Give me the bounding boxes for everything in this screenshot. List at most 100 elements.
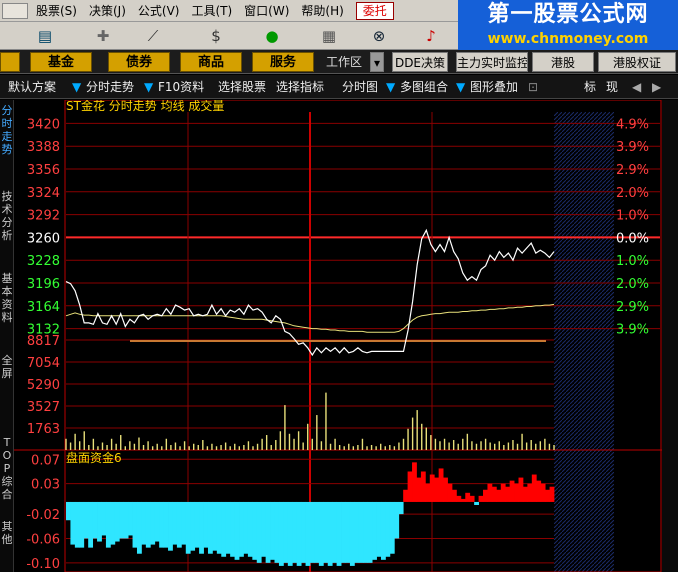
tab-intraday-chart[interactable]: 分时图 [342, 78, 378, 96]
tab-overlay[interactable]: 图形叠加 [470, 78, 518, 96]
tab-multi-chart[interactable]: 多图组合 [400, 78, 448, 96]
volume-tick-label: 1763 [27, 422, 60, 437]
tab-f10[interactable]: F10资料 [158, 78, 204, 96]
percent-tick-label: 2.0% [616, 277, 649, 292]
fund-tick-label: -0.06 [26, 532, 60, 547]
fund-bar [145, 501, 151, 548]
signal-light-icon[interactable]: ● [260, 26, 284, 46]
fund-bar [443, 477, 448, 502]
fund-panel-title: 盘面资金6 [66, 450, 122, 465]
fund-bar [345, 501, 351, 563]
lock-icon[interactable]: ⊡ [528, 78, 538, 96]
fund-bar [487, 483, 493, 502]
fund-bar [203, 501, 209, 548]
price-tick-label: 3228 [27, 254, 60, 269]
grid-icon[interactable]: ▦ [318, 26, 340, 46]
fund-bar [332, 501, 338, 563]
price-tick-label: 3356 [27, 163, 60, 178]
menu-formula[interactable]: 公式(V) [132, 2, 186, 19]
fund-bar [407, 471, 413, 502]
category-button-fund[interactable]: 基金 [30, 52, 92, 72]
fund-bar [403, 489, 408, 502]
fund-bar [416, 477, 422, 502]
sidebar-item-technical[interactable]: 技术分析 [0, 190, 14, 242]
fund-bar [163, 501, 169, 548]
category-button-commodity[interactable]: 商品 [180, 52, 242, 72]
fund-bar [305, 501, 311, 566]
workspace-label[interactable]: 工作区 [322, 52, 366, 72]
hk-warrant-button[interactable]: 港股权证 [598, 52, 676, 72]
fund-bar [465, 492, 471, 502]
fund-bar [434, 477, 440, 502]
fund-bar [110, 501, 116, 545]
fund-bar [230, 501, 235, 557]
category-button-service[interactable]: 服务 [252, 52, 314, 72]
fund-bar [199, 501, 204, 554]
fund-bar [181, 501, 187, 545]
fund-bar [500, 483, 506, 502]
intraday-chart[interactable]: 3420 4.9% 3388 3.9% 3356 2.9% 3324 2.0% 3292 1.0%… [14, 100, 662, 572]
fund-bar [66, 501, 71, 521]
tab-select-stock[interactable]: 选择股票 [218, 78, 266, 96]
price-tick-label: 3388 [27, 140, 60, 155]
dollar-icon[interactable]: $ [206, 26, 226, 46]
percent-tick-label: 2.0% [616, 186, 649, 201]
tab-select-indicator[interactable]: 选择指标 [276, 78, 324, 96]
plus-icon[interactable]: ✚ [92, 26, 114, 46]
tab-arrow-icon[interactable]: ▼ [456, 78, 465, 96]
monitor-button[interactable]: 主力实时监控 [456, 52, 528, 72]
sidebar-item-basic[interactable]: 基本资料 [0, 272, 14, 324]
fund-bar [318, 501, 324, 566]
ruler-icon[interactable]: ⟋ [140, 26, 166, 46]
sidebar-item-top[interactable]: TOP综合 [0, 436, 14, 501]
sidebar-item-other[interactable]: 其他 [0, 520, 14, 546]
fund-bar [261, 501, 267, 557]
tab-prev-icon[interactable]: ◀ [632, 78, 641, 96]
fund-bar [514, 483, 519, 502]
window-control-icon[interactable] [2, 2, 28, 19]
sidebar-item-fullscreen[interactable]: 全屏 [0, 354, 14, 380]
fund-bar [491, 486, 497, 502]
tab-current[interactable]: 现 [606, 78, 618, 96]
fund-bar [341, 501, 346, 563]
category-button-bond[interactable]: 债券 [108, 52, 170, 72]
fund-tick-label: -0.10 [26, 557, 60, 572]
menu-decision[interactable]: 决策(J) [83, 2, 132, 19]
hk-button[interactable]: 港股 [532, 52, 594, 72]
tab-scheme[interactable]: 默认方案 [8, 78, 56, 96]
tab-arrow-icon[interactable]: ▼ [144, 78, 153, 96]
price-tick-label: 3164 [27, 300, 60, 315]
menu-window[interactable]: 窗口(W) [238, 2, 295, 19]
tab-arrow-icon[interactable]: ▼ [386, 78, 395, 96]
fund-bar [101, 501, 107, 536]
fund-bar [128, 501, 133, 536]
tab-mark[interactable]: 标 [584, 78, 596, 96]
trade-button[interactable]: 委托 [355, 1, 394, 20]
fund-bar [212, 501, 218, 551]
workspace-dropdown-icon[interactable]: ▾ [370, 52, 384, 72]
tab-arrow-icon[interactable]: ▼ [72, 78, 81, 96]
fund-bar [159, 501, 164, 548]
fund-bar [252, 501, 258, 560]
menu-help[interactable]: 帮助(H) [295, 2, 349, 19]
site-banner: 第一股票公式网 www.chnmoney.com [458, 0, 678, 52]
menu-tools[interactable]: 工具(T) [185, 2, 238, 19]
binoculars-icon[interactable]: ⊗ [368, 26, 390, 46]
dde-button[interactable]: DDE决策 [392, 52, 448, 72]
fund-bar [483, 489, 488, 502]
bell-icon[interactable]: ♪ [420, 26, 442, 46]
banner-url: www.chnmoney.com [487, 31, 649, 47]
fund-bar [239, 501, 244, 557]
sidebar-item-intraday[interactable]: 分时走势 [0, 104, 14, 156]
category-prev[interactable] [0, 52, 20, 72]
fund-bar [292, 501, 298, 563]
tab-next-icon[interactable]: ▶ [652, 78, 661, 96]
tab-intraday[interactable]: 分时走势 [86, 78, 134, 96]
right-scroll-panel[interactable] [662, 100, 678, 572]
fund-bar [136, 501, 142, 554]
fund-tick-label: 0.07 [31, 453, 60, 468]
keyboard-icon[interactable]: ▤ [34, 26, 56, 46]
fund-tick-label: -0.02 [26, 508, 60, 523]
percent-tick-label: 3.9% [616, 323, 649, 338]
menu-stock[interactable]: 股票(S) [30, 2, 83, 19]
